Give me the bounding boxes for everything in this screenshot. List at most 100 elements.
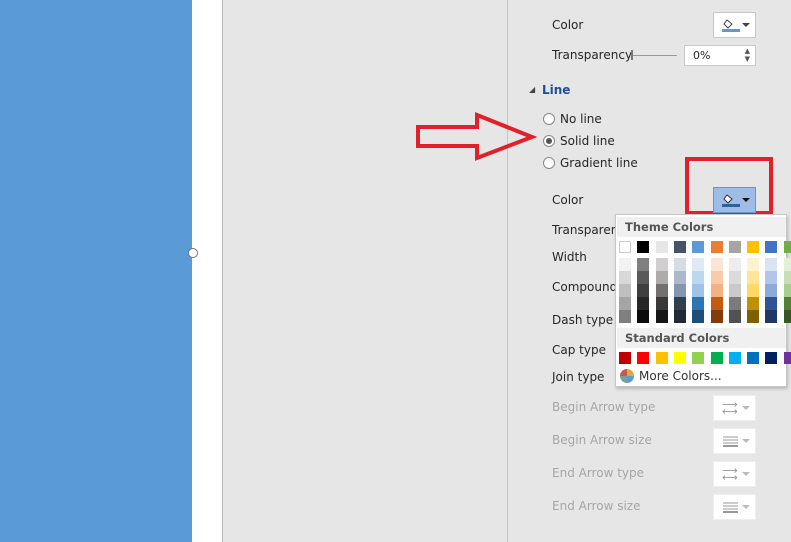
theme-color-swatch[interactable] — [637, 241, 650, 253]
shade-color-swatch[interactable] — [710, 271, 723, 284]
line-color-button[interactable] — [713, 187, 756, 213]
shade-color-swatch[interactable] — [747, 284, 760, 297]
arrow-type-icon: ⟶ ⟷ — [722, 398, 738, 418]
theme-color-swatch[interactable] — [655, 241, 668, 253]
standard-color-swatch[interactable] — [692, 352, 705, 364]
theme-color-swatch[interactable] — [692, 241, 705, 253]
standard-color-swatch[interactable] — [619, 352, 631, 364]
theme-color-swatch[interactable] — [765, 241, 778, 253]
solid-line-radio[interactable] — [543, 135, 555, 147]
shade-color-swatch[interactable] — [710, 310, 723, 323]
shade-color-swatch[interactable] — [619, 258, 631, 271]
begin-arrow-type-label: Begin Arrow type — [552, 400, 656, 414]
begin-arrow-size-button[interactable] — [713, 428, 756, 454]
shade-color-swatch[interactable] — [655, 310, 668, 323]
shade-color-swatch[interactable] — [728, 258, 741, 271]
shade-color-swatch[interactable] — [728, 284, 741, 297]
shade-color-swatch[interactable] — [692, 271, 705, 284]
shade-color-swatch[interactable] — [747, 310, 760, 323]
shade-color-swatch[interactable] — [692, 258, 705, 271]
shade-color-swatch[interactable] — [765, 310, 778, 323]
shade-color-swatch[interactable] — [637, 310, 650, 323]
shade-color-swatch[interactable] — [619, 310, 631, 323]
shade-color-swatch[interactable] — [655, 271, 668, 284]
shade-color-swatch[interactable] — [783, 284, 791, 297]
shade-color-swatch[interactable] — [619, 284, 631, 297]
shade-color-swatch[interactable] — [728, 271, 741, 284]
chevron-down-icon — [742, 472, 750, 476]
shade-color-swatch[interactable] — [747, 258, 760, 271]
standard-color-swatch[interactable] — [673, 352, 686, 364]
fill-transparency-input[interactable]: 0% ▲ ▼ — [684, 45, 756, 66]
shade-color-swatch[interactable] — [783, 310, 791, 323]
end-arrow-type-button[interactable]: ⟶ ⟷ — [713, 461, 756, 487]
no-line-radio[interactable] — [543, 113, 555, 125]
shade-color-swatch[interactable] — [655, 297, 668, 310]
shade-color-swatch[interactable] — [765, 297, 778, 310]
transparency-slider-track[interactable] — [633, 55, 677, 56]
shade-color-swatch[interactable] — [673, 284, 686, 297]
fill-color-label: Color — [552, 18, 584, 32]
resize-handle[interactable] — [188, 248, 198, 258]
shade-color-swatch[interactable] — [637, 271, 650, 284]
begin-arrow-type-button[interactable]: ⟶ ⟷ — [713, 395, 756, 421]
theme-color-swatch[interactable] — [710, 241, 723, 253]
line-weight-icon — [723, 502, 738, 513]
shade-color-swatch[interactable] — [710, 284, 723, 297]
shade-color-swatch[interactable] — [765, 258, 778, 271]
standard-color-swatch[interactable] — [747, 352, 760, 364]
chevron-down-icon — [742, 439, 750, 443]
gradient-line-label[interactable]: Gradient line — [560, 156, 638, 170]
line-section-title[interactable]: Line — [542, 83, 570, 97]
standard-color-swatch[interactable] — [655, 352, 668, 364]
shade-color-swatch[interactable] — [619, 297, 631, 310]
shade-color-swatch[interactable] — [783, 258, 791, 271]
more-colors-link[interactable]: More Colors... — [639, 369, 722, 383]
shade-color-swatch[interactable] — [747, 297, 760, 310]
shade-color-swatch[interactable] — [673, 310, 686, 323]
shade-color-swatch[interactable] — [710, 297, 723, 310]
shade-color-swatch[interactable] — [655, 284, 668, 297]
shade-color-swatch[interactable] — [747, 271, 760, 284]
shade-color-swatch[interactable] — [728, 297, 741, 310]
standard-color-swatch[interactable] — [637, 352, 650, 364]
gradient-line-radio[interactable] — [543, 157, 555, 169]
end-arrow-size-button[interactable] — [713, 494, 756, 520]
theme-colors-heading: Theme Colors — [617, 217, 786, 237]
theme-color-swatch[interactable] — [673, 241, 686, 253]
shade-color-swatch[interactable] — [765, 284, 778, 297]
shade-color-swatch[interactable] — [637, 284, 650, 297]
shade-color-swatch[interactable] — [783, 271, 791, 284]
shade-color-swatch[interactable] — [673, 271, 686, 284]
theme-color-swatch[interactable] — [747, 241, 760, 253]
shade-color-swatch[interactable] — [692, 284, 705, 297]
dash-type-label: Dash type — [552, 313, 614, 327]
shade-color-swatch[interactable] — [765, 271, 778, 284]
shade-color-swatch[interactable] — [783, 297, 791, 310]
shade-color-swatch[interactable] — [637, 258, 650, 271]
theme-color-swatch[interactable] — [728, 241, 741, 253]
standard-color-swatch[interactable] — [765, 352, 778, 364]
shade-color-swatch[interactable] — [673, 258, 686, 271]
shade-color-swatch[interactable] — [710, 258, 723, 271]
shade-color-swatch[interactable] — [728, 310, 741, 323]
collapse-triangle-icon[interactable]: ◢ — [529, 85, 535, 94]
selected-shape[interactable] — [0, 0, 192, 542]
line-weight-icon — [723, 436, 738, 447]
theme-color-swatch[interactable] — [783, 241, 791, 253]
shade-color-swatch[interactable] — [619, 271, 631, 284]
standard-color-swatch[interactable] — [783, 352, 791, 364]
shade-color-swatch[interactable] — [637, 297, 650, 310]
shade-color-swatch[interactable] — [692, 310, 705, 323]
standard-color-swatch[interactable] — [710, 352, 723, 364]
fill-color-button[interactable] — [713, 12, 756, 38]
standard-color-swatch[interactable] — [728, 352, 741, 364]
spinner-icon[interactable]: ▲ ▼ — [745, 47, 750, 63]
theme-color-swatch[interactable] — [619, 241, 631, 253]
shade-color-swatch[interactable] — [692, 297, 705, 310]
solid-line-label[interactable]: Solid line — [560, 134, 615, 148]
line-color-label: Color — [552, 193, 584, 207]
shade-color-swatch[interactable] — [673, 297, 686, 310]
shade-color-swatch[interactable] — [655, 258, 668, 271]
no-line-label[interactable]: No line — [560, 112, 602, 126]
